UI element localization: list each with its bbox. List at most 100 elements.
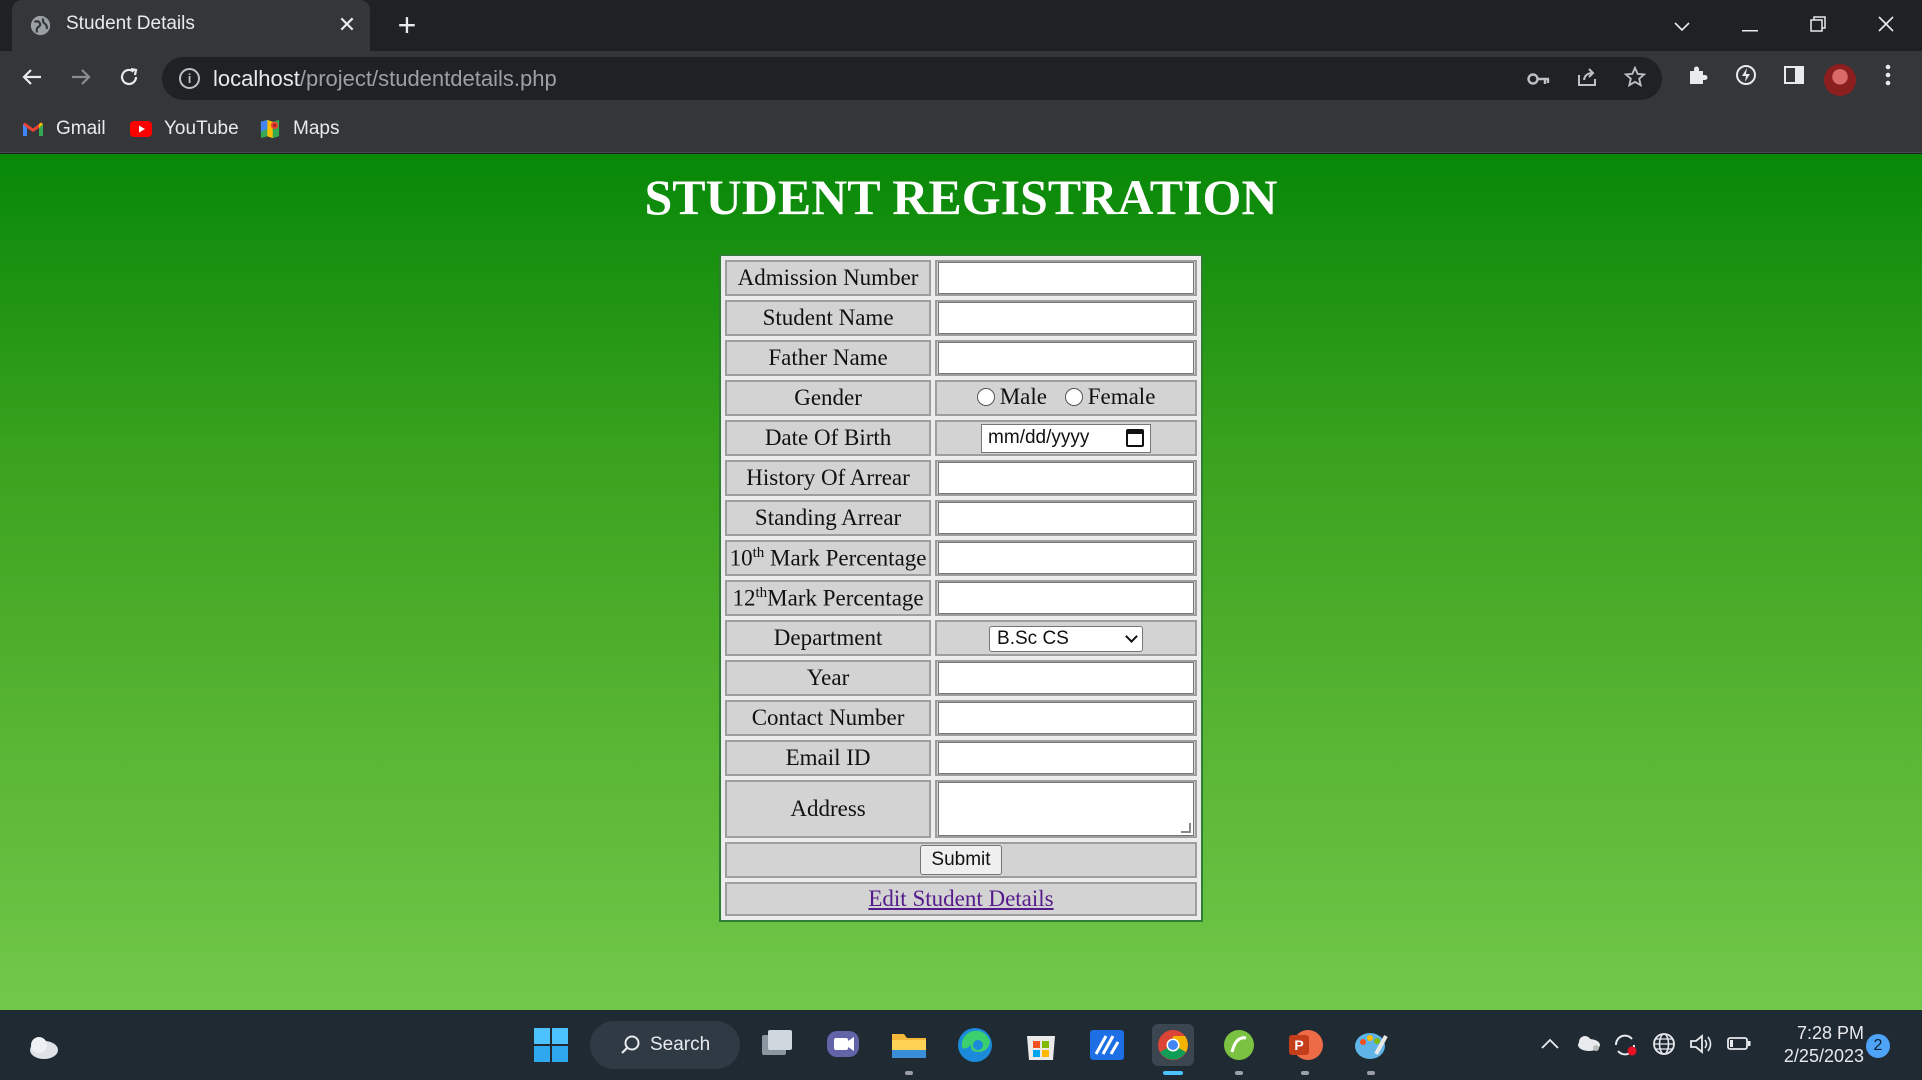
- form-row: History Of Arrear: [725, 460, 1197, 496]
- year-input[interactable]: [938, 662, 1195, 694]
- chevron-up-icon[interactable]: [1540, 1032, 1560, 1058]
- twelfth-num: 12: [732, 585, 756, 611]
- tab-search-icon[interactable]: [1662, 8, 1702, 44]
- file-explorer-icon[interactable]: [888, 1024, 930, 1075]
- email-id-input[interactable]: [938, 742, 1195, 774]
- microsoft-store-icon[interactable]: [1020, 1024, 1062, 1066]
- edge-icon[interactable]: [954, 1024, 996, 1066]
- standing-arrear-input[interactable]: [938, 502, 1195, 534]
- history-arrear-input[interactable]: [938, 462, 1195, 494]
- info-icon[interactable]: i: [179, 68, 200, 89]
- address-textarea[interactable]: [938, 782, 1195, 836]
- bookmark-label: Gmail: [56, 118, 106, 139]
- standing-arrear-label: Standing Arrear: [725, 500, 932, 536]
- email-id-label: Email ID: [725, 740, 932, 776]
- department-selected: B.Sc CS: [997, 627, 1069, 649]
- key-icon[interactable]: [1526, 66, 1552, 92]
- twelfth-mark-label: 12thMark Percentage: [725, 580, 932, 616]
- taskbar-clock[interactable]: 7:28 PM 2/25/2023: [1758, 1022, 1864, 1068]
- arrow-right-icon: [72, 69, 91, 85]
- visual-studio-code-icon[interactable]: [1086, 1024, 1128, 1066]
- powerpoint-icon[interactable]: P: [1284, 1024, 1326, 1075]
- weather-icon[interactable]: [22, 1024, 64, 1066]
- form-row: Address: [725, 780, 1197, 838]
- star-icon[interactable]: [1622, 65, 1648, 92]
- teams-chat-icon[interactable]: [822, 1024, 864, 1066]
- reload-button[interactable]: [111, 61, 147, 97]
- start-button[interactable]: [530, 1024, 572, 1066]
- forward-button[interactable]: [63, 61, 99, 97]
- running-indicator: [1367, 1071, 1375, 1075]
- admission-number-input[interactable]: [938, 262, 1195, 294]
- clock-date: 2/25/2023: [1783, 1046, 1864, 1066]
- running-indicator: [1235, 1071, 1243, 1075]
- form-row: Department B.Sc CS: [725, 620, 1197, 656]
- department-label: Department: [725, 620, 932, 656]
- maps-icon: [260, 119, 280, 139]
- url-text[interactable]: localhost/project/studentdetails.php: [213, 66, 557, 92]
- menu-icon[interactable]: [1872, 63, 1904, 95]
- network-icon[interactable]: [1652, 1032, 1676, 1063]
- tenth-rest: Mark Percentage: [764, 545, 927, 571]
- minimize-button[interactable]: [1730, 8, 1770, 44]
- tab-active[interactable]: Student Details ✕: [12, 0, 370, 51]
- dob-label: Date Of Birth: [725, 420, 932, 456]
- bookmark-gmail[interactable]: Gmail: [22, 115, 106, 143]
- year-label: Year: [725, 660, 932, 696]
- volume-icon[interactable]: [1688, 1032, 1714, 1063]
- department-select[interactable]: B.Sc CS: [989, 625, 1144, 652]
- active-indicator: [1163, 1071, 1183, 1075]
- gender-label: Gender: [725, 380, 932, 416]
- side-panel-icon[interactable]: [1778, 63, 1810, 95]
- performance-icon[interactable]: [1730, 63, 1762, 95]
- form-row: Father Name: [725, 340, 1197, 376]
- tenth-mark-input[interactable]: [938, 542, 1195, 574]
- onedrive-icon[interactable]: [1574, 1032, 1602, 1061]
- chevron-down-icon: [1125, 629, 1138, 643]
- twelfth-rest: Mark Percentage: [767, 585, 924, 611]
- clock-time: 7:28 PM: [1796, 1023, 1864, 1043]
- bookmark-label: Maps: [293, 118, 340, 139]
- twelfth-mark-input[interactable]: [938, 582, 1195, 614]
- submit-button[interactable]: Submit: [920, 845, 1002, 875]
- url-path: /project/studentdetails.php: [299, 66, 557, 91]
- father-name-input[interactable]: [938, 342, 1195, 374]
- bookmark-youtube[interactable]: YouTube: [130, 115, 239, 143]
- contact-number-label: Contact Number: [725, 700, 932, 736]
- profile-avatar[interactable]: [1824, 64, 1856, 96]
- edit-student-details-link[interactable]: Edit Student Details: [868, 886, 1053, 911]
- app-green-icon[interactable]: [1218, 1024, 1260, 1075]
- dob-input[interactable]: mm/dd/yyyy: [981, 423, 1152, 453]
- female-label: Female: [1087, 384, 1156, 409]
- taskbar-search[interactable]: Search: [590, 1021, 740, 1069]
- form-row: Date Of Birth mm/dd/yyyy: [725, 420, 1197, 456]
- sync-icon[interactable]: [1612, 1032, 1638, 1065]
- bookmark-maps[interactable]: Maps: [259, 115, 339, 143]
- task-view-icon[interactable]: [756, 1024, 798, 1066]
- tenth-num: 10: [729, 545, 753, 571]
- bookmarks-bar: Gmail YouTube Maps: [0, 106, 1922, 153]
- extensions-icon[interactable]: [1682, 63, 1714, 95]
- gender-female-option[interactable]: Female: [1064, 384, 1156, 410]
- new-tab-button[interactable]: +: [392, 9, 422, 41]
- address-bar[interactable]: i localhost/project/studentdetails.php: [162, 57, 1662, 100]
- gender-male-option[interactable]: Male: [976, 384, 1059, 410]
- restore-button[interactable]: [1798, 8, 1838, 44]
- close-window-button[interactable]: [1866, 8, 1906, 44]
- back-button[interactable]: [14, 61, 50, 97]
- student-name-input[interactable]: [938, 302, 1195, 334]
- running-indicator: [1301, 1071, 1309, 1075]
- form-row: Submit: [725, 842, 1197, 878]
- share-icon[interactable]: [1574, 66, 1600, 92]
- calendar-icon[interactable]: [1126, 429, 1145, 448]
- paint-icon[interactable]: [1350, 1024, 1392, 1075]
- chrome-icon[interactable]: [1152, 1024, 1194, 1075]
- female-radio[interactable]: [1064, 388, 1083, 406]
- gmail-icon: [23, 122, 43, 136]
- male-radio[interactable]: [976, 388, 995, 406]
- battery-icon[interactable]: [1726, 1032, 1752, 1061]
- close-tab-icon[interactable]: ✕: [334, 12, 360, 38]
- dob-placeholder: mm/dd/yyyy: [988, 427, 1090, 449]
- contact-number-input[interactable]: [938, 702, 1195, 734]
- notification-badge[interactable]: 2: [1866, 1034, 1890, 1058]
